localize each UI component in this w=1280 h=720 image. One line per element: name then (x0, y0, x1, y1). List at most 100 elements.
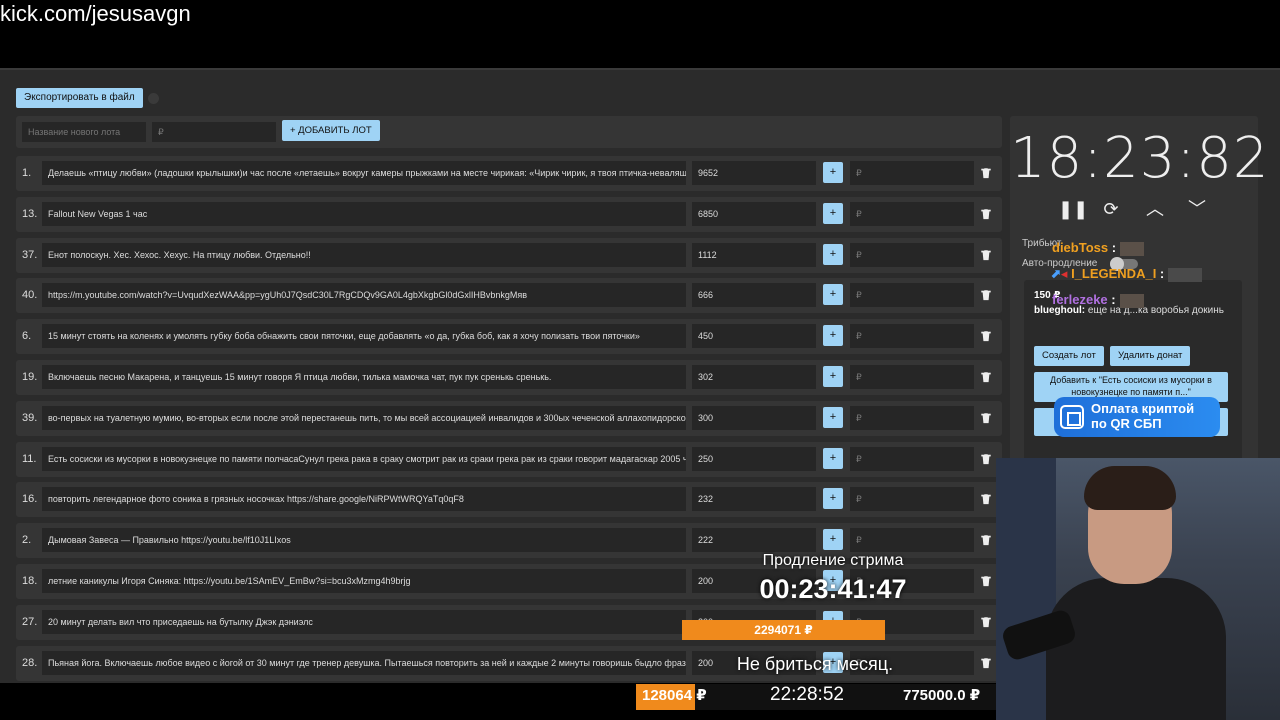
lot-add-button[interactable]: + (823, 406, 843, 428)
trash-icon[interactable] (980, 288, 994, 302)
status-dot (148, 93, 159, 104)
lot-amount-field[interactable]: 302 (692, 364, 816, 389)
lot-number: 13. (22, 207, 38, 220)
goal-amount: 775000.0 ₽ (903, 687, 981, 704)
lot-add-button[interactable]: + (823, 325, 843, 347)
lot-name-field[interactable]: Пьяная йога. Включаешь любое видео с йог… (42, 650, 686, 675)
lot-name-field[interactable]: во-первых на туалетную мумию, во-вторых … (42, 405, 686, 430)
lot-row: 37. Енот полоскун. Хес. Хехос. Хехус. На … (16, 237, 1002, 273)
lot-row: 6. 15 минут стоять на коленях и умолять г… (16, 319, 1002, 355)
lot-add-button[interactable]: + (823, 243, 843, 265)
lot-name-field[interactable]: Есть сосиски из мусорки в новокузнецке п… (42, 446, 686, 471)
lot-add-button[interactable]: + (823, 202, 843, 224)
lot-amount-field[interactable]: 6850 (692, 201, 816, 226)
goal-text: Не бриться месяц. (736, 654, 894, 674)
lot-amount-field[interactable]: 232 (692, 487, 816, 512)
lot-name-field[interactable]: Включаешь песню Макарена, и танцуешь 15 … (42, 364, 686, 389)
trash-icon[interactable] (980, 452, 994, 466)
lot-add-amount-input[interactable]: ₽ (850, 405, 974, 430)
new-lot-amount-input[interactable] (152, 122, 276, 142)
extension-label: Продление стрима (762, 552, 904, 569)
lot-amount-field[interactable]: 250 (692, 446, 816, 471)
lot-add-amount-input[interactable]: ₽ (850, 324, 974, 349)
create-lot-button[interactable]: Создать лот (1034, 346, 1104, 366)
trash-icon[interactable] (980, 615, 994, 629)
lot-name-field[interactable]: повторить легендарное фото соника в гряз… (42, 487, 686, 512)
stream-url-label: kick.com/jesusavgn (0, 1, 191, 26)
lot-amount-field[interactable]: 300 (692, 405, 816, 430)
qr-icon (1060, 405, 1084, 429)
lot-add-button[interactable]: + (823, 365, 843, 387)
lot-add-button[interactable]: + (823, 529, 843, 551)
lot-name-field[interactable]: https://m.youtube.com/watch?v=UvqudXezWA… (42, 283, 686, 308)
emote-icon (1168, 267, 1203, 282)
lot-number: 19. (22, 370, 38, 383)
lot-number: 6. (22, 330, 32, 343)
clock: 22:28:52 (770, 684, 844, 705)
trash-icon[interactable] (980, 656, 994, 670)
trash-icon[interactable] (980, 574, 994, 588)
trash-icon[interactable] (980, 207, 994, 221)
lot-add-amount-input[interactable]: ₽ (850, 161, 974, 185)
lot-amount-field[interactable]: 222 (692, 528, 816, 553)
badge-icon: ◂ (1060, 266, 1068, 281)
qr-line-1: Оплата криптой (1091, 401, 1195, 416)
auction-timer: 18:23:82 (1010, 126, 1270, 191)
lot-add-amount-input[interactable]: ₽ (850, 242, 974, 267)
add-lot-button[interactable]: + ДОБАВИТЬ ЛОТ (282, 120, 380, 141)
delete-donate-button[interactable]: Удалить донат (1110, 346, 1191, 366)
lot-amount-field[interactable]: 9652 (692, 161, 816, 185)
lot-name-field[interactable]: Енот полоскун. Хес. Хехос. Хехус. На пти… (42, 242, 686, 267)
lot-number: 18. (22, 574, 38, 587)
chat-separator: : (1107, 292, 1116, 307)
chat-overlay: diebToss : ⬈◂ I_LEGENDA_I : ferlezeke : (1040, 228, 1280, 328)
chat-separator: : (1156, 266, 1165, 281)
lot-name-field[interactable]: 20 минут делать вил что приседаешь на бу… (42, 609, 686, 634)
lot-row: 39. во-первых на туалетную мумию, во-втор… (16, 400, 1002, 436)
lot-number: 28. (22, 656, 38, 669)
emote-icon (1119, 293, 1144, 308)
lot-amount-field[interactable]: 1112 (692, 242, 816, 267)
lot-add-amount-input[interactable]: ₽ (850, 446, 974, 471)
lot-number: 39. (22, 411, 38, 424)
lot-add-amount-input[interactable]: ₽ (850, 487, 974, 512)
lot-row: 40. https://m.youtube.com/watch?v=UvqudXe… (16, 278, 1002, 314)
trash-icon[interactable] (980, 370, 994, 384)
lot-add-amount-input[interactable]: ₽ (850, 201, 974, 226)
lot-name-field[interactable]: Дымовая Завеса — Правильно https://youtu… (42, 528, 686, 553)
badge-icon: ⬈ (1050, 266, 1061, 281)
chevron-up-icon[interactable]: ︿ (1144, 198, 1166, 220)
chat-message: diebToss : (1052, 240, 1145, 256)
export-button[interactable]: Экспортировать в файл (16, 88, 143, 108)
chat-message: ferlezeke : (1052, 292, 1144, 308)
lot-add-button[interactable]: + (823, 447, 843, 469)
lot-add-button[interactable]: + (823, 284, 843, 306)
lot-amount-field[interactable]: 450 (692, 324, 816, 349)
lot-add-button[interactable]: + (823, 162, 843, 183)
lot-name-field[interactable]: 15 минут стоять на коленях и умолять губ… (42, 324, 686, 349)
lot-number: 27. (22, 615, 38, 628)
lot-add-amount-input[interactable]: ₽ (850, 283, 974, 308)
lot-amount-field[interactable]: 666 (692, 283, 816, 308)
chat-user: ferlezeke (1052, 292, 1108, 307)
trash-icon[interactable] (980, 492, 994, 506)
lot-name-field[interactable]: летние каникулы Игоря Синяка: https://yo… (42, 568, 686, 593)
lot-add-amount-input[interactable]: ₽ (850, 528, 974, 553)
lot-name-field[interactable]: Делаешь «птицу любви» (ладошки крылышки)… (42, 161, 686, 185)
chat-separator: : (1108, 240, 1117, 255)
lot-name-field[interactable]: Fallout New Vegas 1 час (42, 201, 686, 226)
trash-icon[interactable] (980, 533, 994, 547)
trash-icon[interactable] (980, 248, 994, 262)
lot-add-button[interactable]: + (823, 488, 843, 510)
new-lot-name-input[interactable] (22, 122, 146, 142)
trash-icon[interactable] (980, 166, 994, 180)
lot-number: 40. (22, 289, 38, 302)
chevron-down-icon[interactable]: ﹀ (1186, 198, 1208, 220)
lot-list: 1. Делаешь «птицу любви» (ладошки крылышк… (16, 156, 1002, 686)
trash-icon[interactable] (980, 411, 994, 425)
pause-icon[interactable]: ❚❚ (1058, 198, 1088, 220)
reset-icon[interactable]: ⟳ (1100, 198, 1122, 220)
lot-row: 1. Делаешь «птицу любви» (ладошки крылышк… (16, 156, 1002, 191)
lot-add-amount-input[interactable]: ₽ (850, 364, 974, 389)
trash-icon[interactable] (980, 329, 994, 343)
